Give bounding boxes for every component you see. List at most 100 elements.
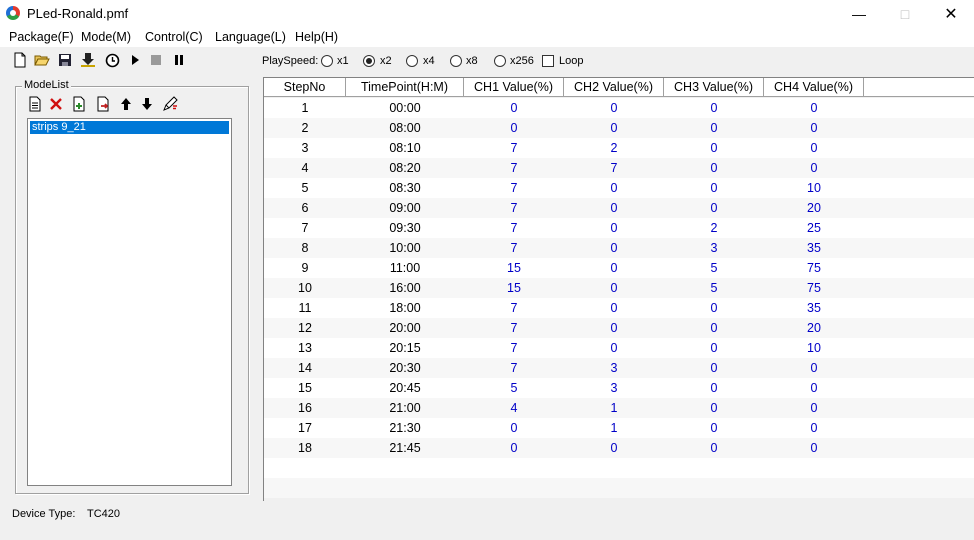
menu-control[interactable]: Control(C) [145,30,203,44]
cell-ch1: 15 [507,261,521,275]
maximize-button[interactable]: □ [882,0,928,28]
column-header-ch4[interactable]: CH4 Value(%) [764,78,864,97]
cell-ch3: 0 [710,121,718,135]
cell-ch2: 0 [610,201,618,215]
table-row[interactable]: 8 10:00 7 0 3 35 [264,238,974,258]
table-row[interactable]: 10 16:00 15 0 5 75 [264,278,974,298]
table-row[interactable]: 13 20:15 7 0 0 10 [264,338,974,358]
cell-ch3: 5 [710,261,718,275]
cell-timepoint: 21:00 [389,401,421,415]
cell-stepno: 4 [301,161,309,175]
cell-ch4: 20 [807,321,821,335]
cell-timepoint: 09:00 [389,201,421,215]
export-icon[interactable] [95,96,111,112]
pause-icon[interactable] [171,52,187,68]
speed-x1-radio[interactable] [321,55,333,67]
modelist-listbox[interactable]: strips 9_21 [27,118,232,486]
column-header-timepoint[interactable]: TimePoint(H:M) [346,78,464,97]
table-row[interactable]: 7 09:30 7 0 2 25 [264,218,974,238]
table-row[interactable]: 17 21:30 0 1 0 0 [264,418,974,438]
menu-help[interactable]: Help(H) [295,30,338,44]
cell-stepno: 14 [298,361,312,375]
table-row[interactable]: 15 20:45 5 3 0 0 [264,378,974,398]
loop-checkbox[interactable] [542,55,554,67]
column-header-stepno[interactable]: StepNo [264,78,346,97]
table-row[interactable]: 3 08:10 7 2 0 0 [264,138,974,158]
cell-ch1: 7 [510,201,518,215]
cell-ch2: 0 [610,301,618,315]
cell-ch1: 7 [510,141,518,155]
cell-ch2: 0 [610,101,618,115]
speed-x1-label: x1 [337,55,349,67]
menu-package[interactable]: Package(F) [9,30,74,44]
edit-icon[interactable] [162,96,178,112]
cell-timepoint: 20:15 [389,341,421,355]
delete-icon[interactable] [48,96,64,112]
new-mode-icon[interactable] [27,96,43,112]
speed-x8-radio[interactable] [450,55,462,67]
column-header-filler [864,78,974,97]
cell-timepoint: 16:00 [389,281,421,295]
move-up-icon[interactable] [118,96,134,112]
move-down-icon[interactable] [139,96,155,112]
table-row[interactable]: 6 09:00 7 0 0 20 [264,198,974,218]
cell-timepoint: 20:30 [389,361,421,375]
table-row[interactable]: 18 21:45 0 0 0 0 [264,438,974,458]
cell-ch1: 7 [510,361,518,375]
new-file-icon[interactable] [12,52,28,68]
column-header-ch3[interactable]: CH3 Value(%) [664,78,764,97]
timer-icon[interactable] [104,52,120,68]
cell-stepno: 5 [301,181,309,195]
steps-table: StepNo TimePoint(H:M) CH1 Value(%) CH2 V… [263,77,974,501]
cell-stepno: 13 [298,341,312,355]
save-icon[interactable] [57,52,73,68]
menu-language[interactable]: Language(L) [215,30,286,44]
table-row[interactable]: 9 11:00 15 0 5 75 [264,258,974,278]
cell-ch3: 0 [710,141,718,155]
table-row[interactable]: 11 18:00 7 0 0 35 [264,298,974,318]
cell-ch2: 0 [610,221,618,235]
close-button[interactable]: ✕ [928,0,974,28]
cell-stepno: 10 [298,281,312,295]
table-row[interactable]: 12 20:00 7 0 0 20 [264,318,974,338]
download-icon[interactable] [80,52,96,68]
cell-ch2: 0 [610,341,618,355]
cell-timepoint: 11:00 [389,261,421,275]
table-row[interactable]: 5 08:30 7 0 0 10 [264,178,974,198]
minimize-button[interactable]: — [836,0,882,28]
cell-ch3: 0 [710,101,718,115]
empty-row [264,458,974,478]
cell-stepno: 2 [301,121,309,135]
cell-ch2: 1 [610,401,618,415]
table-row[interactable]: 4 08:20 7 7 0 0 [264,158,974,178]
stop-icon[interactable] [148,52,164,68]
cell-ch3: 0 [710,321,718,335]
import-icon[interactable] [71,96,87,112]
table-row[interactable]: 14 20:30 7 3 0 0 [264,358,974,378]
speed-x256-radio[interactable] [494,55,506,67]
cell-ch4: 35 [807,241,821,255]
cell-ch2: 0 [610,321,618,335]
modelist-item[interactable]: strips 9_21 [30,121,229,134]
app-icon [6,6,20,20]
table-row[interactable]: 16 21:00 4 1 0 0 [264,398,974,418]
menu-mode[interactable]: Mode(M) [81,30,131,44]
device-type-value: TC420 [87,508,121,520]
column-header-ch2[interactable]: CH2 Value(%) [564,78,664,97]
play-icon[interactable] [127,52,143,68]
cell-stepno: 8 [301,241,309,255]
cell-ch4: 0 [810,401,818,415]
table-row[interactable]: 1 00:00 0 0 0 0 [264,98,974,118]
speed-x4-radio[interactable] [406,55,418,67]
speed-x2-radio[interactable] [363,55,375,67]
cell-timepoint: 08:30 [389,181,421,195]
cell-timepoint: 08:20 [389,161,421,175]
cell-stepno: 1 [301,101,309,115]
cell-stepno: 9 [301,261,309,275]
table-row[interactable]: 2 08:00 0 0 0 0 [264,118,974,138]
open-folder-icon[interactable] [34,52,50,68]
cell-ch3: 0 [710,181,718,195]
cell-ch1: 7 [510,341,518,355]
cell-ch4: 10 [807,181,821,195]
column-header-ch1[interactable]: CH1 Value(%) [464,78,564,97]
